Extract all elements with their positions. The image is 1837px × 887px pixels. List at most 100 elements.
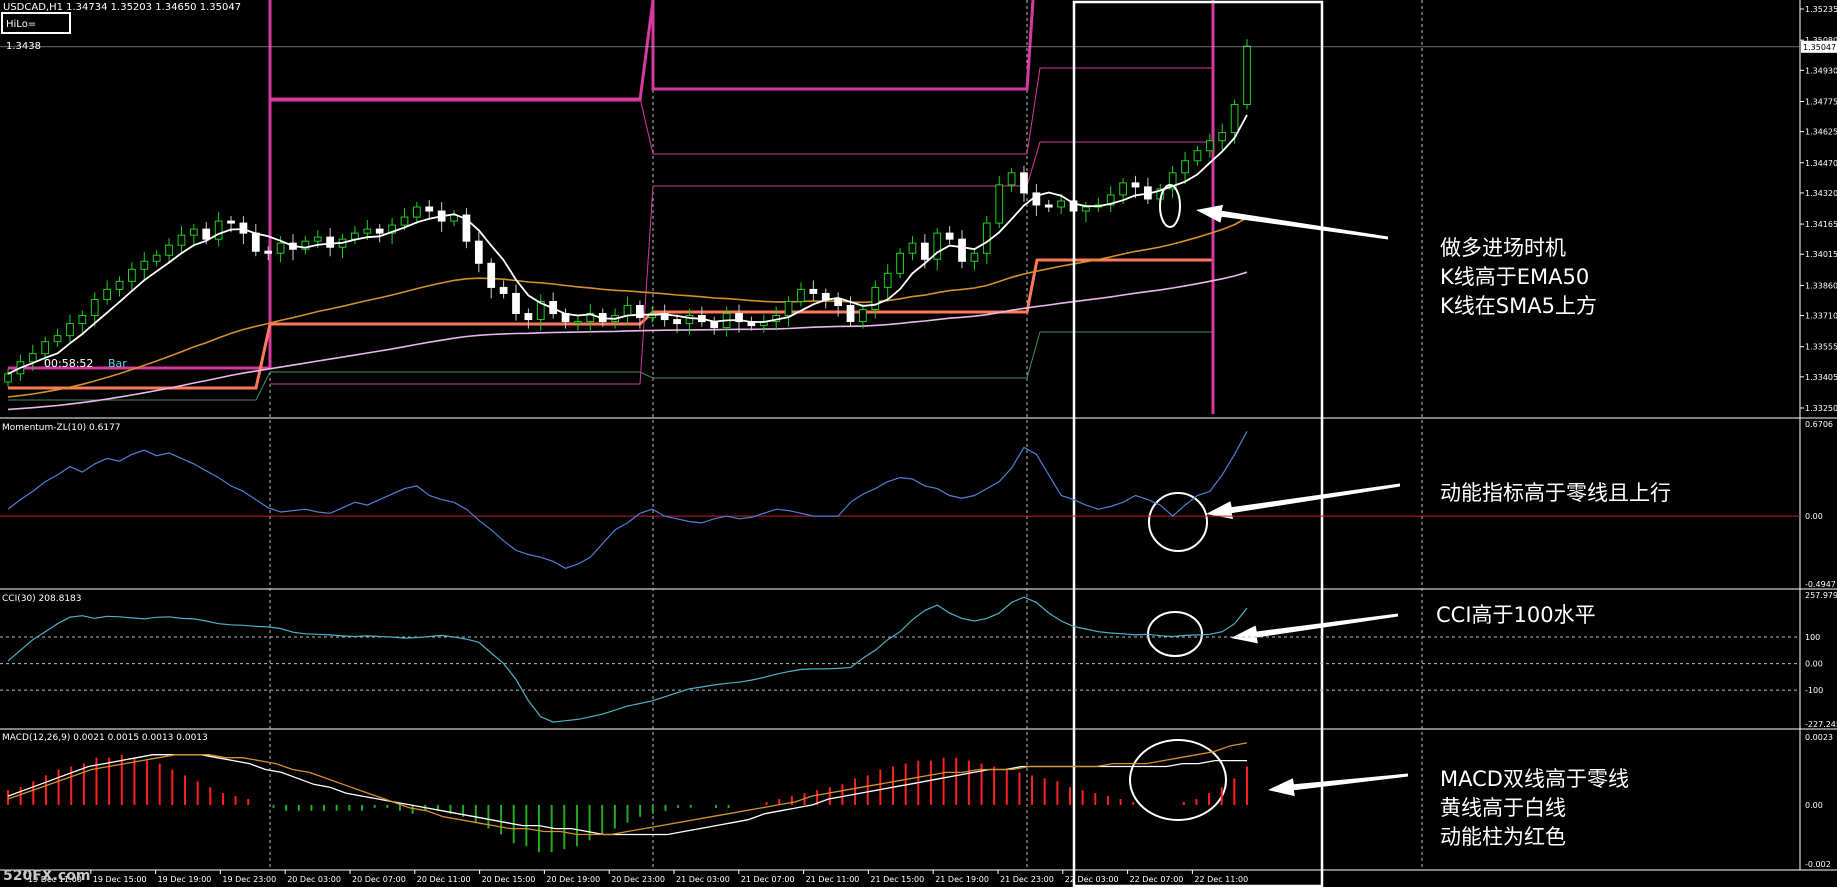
y-tick-label: -0.002 <box>1805 860 1831 869</box>
y-tick-label: 0.00 <box>1805 660 1823 669</box>
candle-body <box>165 244 173 256</box>
candle-body <box>574 321 582 324</box>
hilo-mid-line <box>8 258 1215 414</box>
candle-body <box>958 238 966 262</box>
candle-body <box>1082 206 1090 212</box>
signal-window-rect <box>1072 0 1324 887</box>
sma5-line <box>7 114 1248 375</box>
candle-body <box>412 206 421 218</box>
candle-body <box>202 228 211 240</box>
candle-body <box>140 260 149 270</box>
arrow-cci <box>1231 613 1398 644</box>
candle-body <box>524 313 533 321</box>
candle-body <box>920 242 929 260</box>
candle-body <box>276 242 285 254</box>
bar-timer: 00:58:52 <box>44 357 94 370</box>
x-tick-label: 22 Dec 07:00 <box>1130 875 1184 884</box>
candle-body <box>512 292 520 315</box>
annotation-line: 黄线高于白线 <box>1440 796 1566 820</box>
arrow-entry <box>1196 204 1388 240</box>
candle-body <box>152 254 161 262</box>
y-tick-label: 0.00 <box>1805 512 1823 521</box>
candle-body <box>908 242 917 254</box>
y-tick-label: 1.35235 <box>1805 5 1837 14</box>
y-tick-label: 1.33405 <box>1805 373 1837 382</box>
candle-body <box>1218 132 1227 142</box>
candle-body <box>1193 150 1202 162</box>
y-tick-label: 1.33555 <box>1805 343 1837 352</box>
arrow-macd <box>1268 773 1408 797</box>
candle-body <box>1243 45 1251 105</box>
momentum-line <box>7 431 1248 569</box>
x-tick-label: 21 Dec 19:00 <box>935 875 989 884</box>
candle-body <box>326 236 335 248</box>
candle-body <box>809 288 818 294</box>
candle-body <box>821 292 830 300</box>
watermark: 520FX.com <box>3 868 91 884</box>
candle-body <box>1230 103 1239 134</box>
candle-body <box>995 184 1004 224</box>
candle-body <box>214 220 223 240</box>
annotation-line: CCI高于100水平 <box>1436 603 1596 627</box>
y-tick-label: 0.0023 <box>1805 733 1833 742</box>
candle-body <box>78 315 87 325</box>
x-tick-label: 19 Dec 23:00 <box>222 875 276 884</box>
hilo-inner-band <box>270 141 1213 385</box>
y-tick-label: 257.9794 <box>1805 591 1837 600</box>
momentum-ellipse <box>1148 492 1208 552</box>
hilo-upper-band <box>268 0 655 102</box>
candle-body <box>797 288 805 302</box>
y-tick-label: -227.2455 <box>1805 720 1837 729</box>
candle-body <box>1044 204 1053 208</box>
annotation-momentum: 动能指标高于零线且上行 <box>1440 479 1671 508</box>
candle-body <box>239 222 248 234</box>
candle-body <box>896 252 904 274</box>
candle-body <box>66 323 74 337</box>
annotation-cci: CCI高于100水平 <box>1436 601 1596 630</box>
candle-body <box>425 206 434 212</box>
x-tick-label: 21 Dec 07:00 <box>741 875 795 884</box>
candle-body <box>474 240 483 264</box>
y-tick-label: 0.00 <box>1805 801 1823 810</box>
candle-body <box>189 228 198 236</box>
hilo-inner-band <box>270 67 1213 155</box>
arrow-shape <box>1231 613 1398 644</box>
candle-body <box>883 272 892 288</box>
annotation-line: K线在SMA5上方 <box>1440 294 1597 318</box>
annotation-line: MACD双线高于零线 <box>1440 767 1629 791</box>
candle-body <box>400 216 409 226</box>
cci-line <box>7 596 1248 723</box>
y-tick-label: 1.34165 <box>1805 220 1837 229</box>
candle-body <box>1007 172 1016 186</box>
momentum-panel-title: Momentum-ZL(10) 0.6177 <box>2 423 121 433</box>
x-tick-label: 20 Dec 15:00 <box>482 875 536 884</box>
candle-body <box>128 268 136 282</box>
candle-body <box>871 286 880 311</box>
x-tick-label: 21 Dec 11:00 <box>806 875 860 884</box>
candle-body <box>28 353 37 363</box>
candle-body <box>945 232 954 240</box>
y-tick-label: 1.33860 <box>1805 281 1837 290</box>
candle-body <box>251 232 260 252</box>
candle-body <box>1131 182 1140 188</box>
hilo-low-line <box>8 331 1213 401</box>
candle-body <box>90 298 99 317</box>
y-tick-label: -0.4947 <box>1805 580 1836 589</box>
cci-panel-title: CCI(30) 208.8183 <box>2 594 82 604</box>
x-tick-label: 20 Dec 19:00 <box>546 875 600 884</box>
candle-body <box>4 373 12 383</box>
arrow-momentum <box>1206 483 1400 520</box>
candle-body <box>982 222 991 254</box>
y-tick-label: 100 <box>1805 633 1820 642</box>
y-tick-label: 1.35080 <box>1805 36 1837 45</box>
y-tick-label: 1.34015 <box>1805 250 1837 259</box>
candle-body <box>177 234 186 246</box>
arrow-shape <box>1268 773 1408 797</box>
candle-body <box>53 335 62 343</box>
candle-body <box>1020 172 1028 194</box>
x-tick-label: 21 Dec 15:00 <box>870 875 924 884</box>
y-tick-label: 1.33710 <box>1805 312 1837 321</box>
candle-body <box>859 309 867 323</box>
x-tick-label: 20 Dec 11:00 <box>417 875 471 884</box>
y-tick-label: -100 <box>1805 686 1823 695</box>
